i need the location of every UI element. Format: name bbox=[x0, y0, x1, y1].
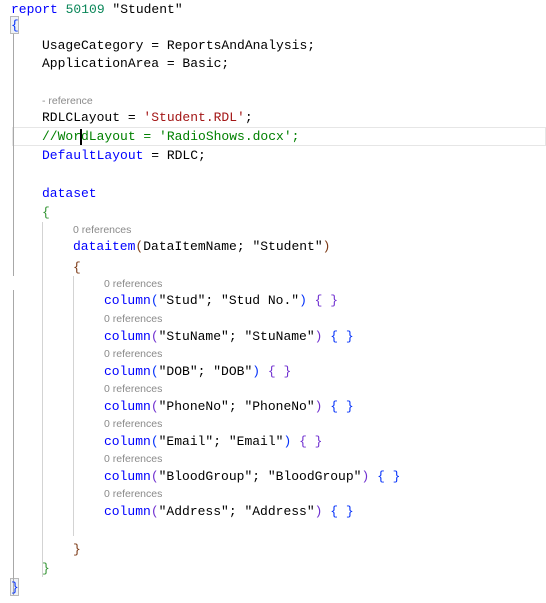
code-token: column bbox=[104, 469, 151, 484]
code-line: column("DOB"; "DOB") { } bbox=[104, 362, 291, 381]
code-token: { bbox=[73, 260, 81, 275]
code-token: report bbox=[11, 2, 66, 17]
codelens-references[interactable]: 0 references bbox=[73, 223, 131, 237]
code-token: column bbox=[104, 329, 151, 344]
code-token: } bbox=[73, 542, 81, 557]
code-line: UsageCategory = ReportsAndAnalysis; bbox=[42, 36, 315, 55]
code-token: { } bbox=[322, 399, 354, 414]
code-line: dataset bbox=[42, 184, 97, 203]
code-line: { bbox=[42, 203, 50, 222]
code-token: ( bbox=[150, 469, 159, 484]
code-line: { bbox=[11, 16, 19, 35]
code-token: ) bbox=[299, 293, 307, 308]
codelens-references[interactable]: 0 references bbox=[104, 487, 162, 501]
indent-guide bbox=[13, 34, 14, 276]
code-token: ApplicationArea = Basic; bbox=[42, 56, 230, 71]
code-token: DefaultLayout bbox=[42, 148, 144, 163]
code-token: UsageCategory = ReportsAndAnalysis; bbox=[42, 38, 316, 53]
code-token: ( bbox=[150, 364, 159, 379]
code-token: 'Student.RDL' bbox=[143, 110, 245, 125]
code-token: RDLCLayout = bbox=[42, 110, 144, 125]
codelens-references[interactable]: 0 references bbox=[104, 452, 162, 466]
code-token: ) bbox=[252, 364, 261, 379]
code-token: column bbox=[104, 293, 151, 308]
code-line: column("Stud"; "Stud No.") { } bbox=[104, 291, 338, 310]
code-line: } bbox=[42, 559, 50, 578]
code-token: column bbox=[104, 399, 151, 414]
code-token: dataset bbox=[42, 186, 97, 201]
indent-guide bbox=[42, 222, 43, 577]
code-line: } bbox=[73, 540, 81, 559]
code-token: "StuName"; "StuName" bbox=[158, 329, 315, 344]
text-cursor bbox=[80, 129, 82, 145]
code-token: ( bbox=[150, 293, 159, 308]
code-token: ( bbox=[150, 329, 159, 344]
code-token: column bbox=[104, 434, 151, 449]
code-token: column bbox=[104, 504, 151, 519]
code-token: { } bbox=[291, 434, 323, 449]
code-token: ( bbox=[150, 434, 159, 449]
codelens-references[interactable]: 0 references bbox=[104, 417, 162, 431]
code-line: DefaultLayout = RDLC; bbox=[42, 146, 206, 165]
code-token: ( bbox=[150, 399, 159, 414]
code-token: ( bbox=[150, 504, 159, 519]
code-token: DataItemName; "Student" bbox=[143, 239, 323, 254]
code-line: report 50109 "Student" bbox=[11, 0, 183, 19]
indent-guide bbox=[13, 290, 14, 595]
code-line: column("PhoneNo"; "PhoneNo") { } bbox=[104, 397, 354, 416]
codelens-references[interactable]: 0 references bbox=[104, 347, 162, 361]
code-token: "Email"; "Email" bbox=[158, 434, 284, 449]
code-token: ; bbox=[244, 110, 253, 125]
code-line: { bbox=[73, 258, 81, 277]
code-line: RDLCLayout = 'Student.RDL'; bbox=[42, 108, 253, 127]
code-line: ApplicationArea = Basic; bbox=[42, 54, 229, 73]
code-token: "Stud"; "Stud No." bbox=[158, 293, 300, 308]
code-token: { } bbox=[306, 293, 339, 308]
codelens-references[interactable]: - reference bbox=[42, 94, 93, 108]
code-token: { bbox=[11, 18, 19, 33]
code-token: "BloodGroup"; "BloodGroup" bbox=[158, 469, 362, 484]
indent-guide bbox=[73, 276, 74, 536]
code-token: "Student" bbox=[104, 2, 183, 17]
codelens-references[interactable]: 0 references bbox=[104, 312, 162, 326]
code-token: { } bbox=[369, 469, 401, 484]
codelens-references[interactable]: 0 references bbox=[104, 382, 162, 396]
code-token: { bbox=[42, 205, 50, 220]
code-token: = RDLC; bbox=[143, 148, 206, 163]
code-token: column bbox=[104, 364, 151, 379]
code-token: dataitem bbox=[73, 239, 136, 254]
code-line: column("StuName"; "StuName") { } bbox=[104, 327, 354, 346]
code-line: column("Address"; "Address") { } bbox=[104, 502, 354, 521]
code-token: ) bbox=[322, 239, 331, 254]
code-editor[interactable]: report 50109 "Student"{UsageCategory = R… bbox=[0, 0, 546, 603]
code-token: } bbox=[11, 580, 19, 595]
code-line: dataitem(DataItemName; "Student") bbox=[73, 237, 330, 256]
code-token: "PhoneNo"; "PhoneNo" bbox=[158, 399, 315, 414]
code-token: "DOB"; "DOB" bbox=[158, 364, 253, 379]
code-token: } bbox=[42, 561, 50, 576]
code-token: { } bbox=[322, 329, 354, 344]
code-token: 50109 bbox=[65, 2, 105, 17]
codelens-references[interactable]: 0 references bbox=[104, 277, 162, 291]
code-token: { } bbox=[260, 364, 292, 379]
code-line: } bbox=[11, 578, 19, 597]
code-line: column("Email"; "Email") { } bbox=[104, 432, 322, 451]
code-line: column("BloodGroup"; "BloodGroup") { } bbox=[104, 467, 401, 486]
code-token: { } bbox=[322, 504, 354, 519]
code-token: "Address"; "Address" bbox=[158, 504, 315, 519]
